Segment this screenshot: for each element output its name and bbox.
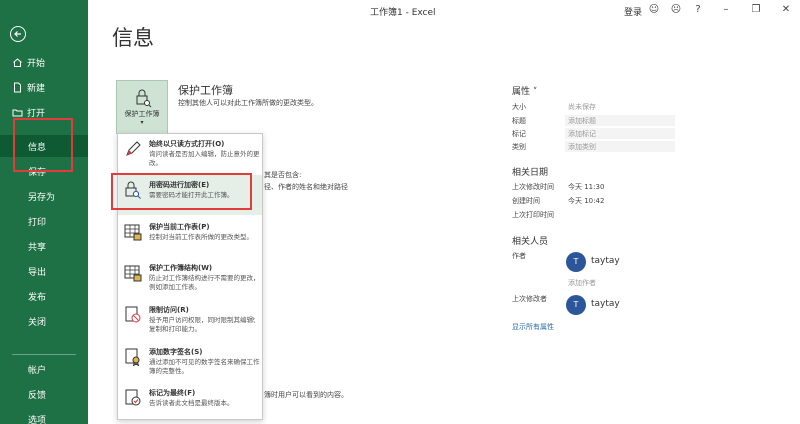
login-link[interactable]: 登录 xyxy=(624,5,642,18)
author-name[interactable]: taytay xyxy=(591,256,620,266)
new-doc-icon xyxy=(12,82,23,93)
restore-icon[interactable]: ❐ xyxy=(750,4,762,16)
property-tags-value[interactable]: 添加标记 xyxy=(568,129,596,139)
property-category-value[interactable]: 添加类别 xyxy=(568,142,596,152)
sidebar-item-print[interactable]: 打印 xyxy=(0,210,88,232)
restrict-icon xyxy=(124,306,142,324)
backstage-sidebar: 开始 新建 打开 信息 保存 另存为 打印 共享 导出 发布 关闭 帐户 反馈 … xyxy=(0,0,88,424)
window-title: 工作簿1 - Excel xyxy=(370,8,436,18)
sidebar-item-home[interactable]: 开始 xyxy=(0,51,88,73)
avatar[interactable]: T xyxy=(566,295,586,315)
date-label: 创建时间 xyxy=(512,197,540,205)
sidebar-item-label: 帐户 xyxy=(28,365,47,376)
property-label: 标记 xyxy=(512,130,526,138)
avatar[interactable]: T xyxy=(566,252,586,272)
sidebar-item-label: 选项 xyxy=(28,415,47,424)
date-created-value: 今天 10:42 xyxy=(568,197,605,205)
sidebar-item-label: 另存为 xyxy=(28,192,56,203)
page-title: 信息 xyxy=(112,26,154,50)
sidebar-item-feedback[interactable]: 反馈 xyxy=(0,383,88,405)
menu-item-restrict-access[interactable]: 限制访问(R) 授予用户访问权限，同时限制其编辑、复制和打印能力。 xyxy=(118,300,262,340)
menu-item-protect-sheet[interactable]: 保护当前工作表(P) 控制对当前工作表所做的更改类型。 xyxy=(118,217,262,257)
properties-heading[interactable]: 属性 ˅ xyxy=(512,84,537,97)
sidebar-item-label: 打印 xyxy=(28,217,47,228)
frown-icon[interactable]: ☹ xyxy=(670,4,682,16)
sidebar-item-label: 关闭 xyxy=(28,317,47,328)
property-title-value[interactable]: 添加标题 xyxy=(568,116,596,126)
property-label: 标题 xyxy=(512,117,526,125)
sidebar-item-account[interactable]: 帐户 xyxy=(0,358,88,380)
sidebar-item-label: 共享 xyxy=(28,242,47,253)
browser-view-text: 簿时用户可以看到的内容。 xyxy=(264,391,348,399)
sidebar-item-share[interactable]: 共享 xyxy=(0,235,88,257)
menu-item-desc: 控制对当前工作表所做的更改类型。 xyxy=(149,233,253,241)
property-size-value: 尚未保存 xyxy=(568,103,596,111)
highlight-box-info xyxy=(13,118,73,172)
menu-item-digital-signature[interactable]: 添加数字签名(S) 通过添加不可见的数字签名来确保工作簿的完整性。 xyxy=(118,342,262,382)
help-icon[interactable]: ? xyxy=(692,4,704,16)
property-label: 类别 xyxy=(512,143,526,151)
minimize-icon[interactable]: – xyxy=(720,4,732,16)
sidebar-item-save-as[interactable]: 另存为 xyxy=(0,185,88,207)
menu-item-title: 保护工作簿结构(W) xyxy=(149,264,213,272)
property-label: 大小 xyxy=(512,103,526,111)
workbook-lock-icon xyxy=(124,264,142,282)
menu-item-title: 添加数字签名(S) xyxy=(149,348,203,356)
sidebar-item-close[interactable]: 关闭 xyxy=(0,310,88,332)
add-author-link[interactable]: 添加作者 xyxy=(568,278,596,288)
chevron-down-icon: ▾ xyxy=(140,119,144,126)
sidebar-item-label: 打开 xyxy=(27,108,46,119)
inspect-text-1: 其是否包含: xyxy=(264,171,302,179)
sidebar-item-new[interactable]: 新建 xyxy=(0,76,88,98)
sidebar-item-publish[interactable]: 发布 xyxy=(0,285,88,307)
sidebar-item-export[interactable]: 导出 xyxy=(0,260,88,282)
back-arrow-icon[interactable] xyxy=(10,26,26,42)
menu-item-read-only[interactable]: 始终以只读方式打开(O) 询问读者是否加入编辑，防止意外的更改。 xyxy=(118,134,262,174)
sidebar-item-label: 导出 xyxy=(28,267,47,278)
final-icon xyxy=(124,389,142,407)
protect-button-label: 保护工作簿 xyxy=(124,110,160,118)
menu-item-desc: 告诉读者此文档是最终版本。 xyxy=(149,399,234,407)
menu-item-mark-final[interactable]: 标记为最终(F) 告诉读者此文档是最终版本。 xyxy=(118,383,262,423)
dates-heading: 相关日期 xyxy=(512,168,549,178)
menu-item-protect-structure[interactable]: 保护工作簿结构(W) 防止对工作簿结构进行不需要的更改，例如添加工作表。 xyxy=(118,258,262,298)
date-label: 上次修改时间 xyxy=(512,183,554,191)
menu-item-desc: 通过添加不可见的数字签名来确保工作簿的完整性。 xyxy=(149,358,260,375)
menu-item-title: 保护当前工作表(P) xyxy=(149,223,210,231)
menu-item-desc: 授予用户访问权限，同时限制其编辑、复制和打印能力。 xyxy=(149,316,260,333)
last-modified-by-name[interactable]: taytay xyxy=(591,299,620,309)
home-icon xyxy=(12,57,23,68)
show-all-properties-link[interactable]: 显示所有属性 xyxy=(512,322,554,332)
close-icon[interactable]: ✕ xyxy=(780,4,792,16)
smiley-icon[interactable]: ☺ xyxy=(648,4,660,16)
menu-item-title: 标记为最终(F) xyxy=(149,389,196,397)
sidebar-item-label: 开始 xyxy=(27,58,46,69)
folder-open-icon xyxy=(12,107,23,118)
pencil-icon xyxy=(124,140,142,158)
sidebar-divider xyxy=(12,354,76,355)
protect-title: 保护工作簿 xyxy=(178,84,233,97)
protect-workbook-button[interactable]: 保护工作簿 ▾ xyxy=(116,80,168,134)
highlight-box-encrypt xyxy=(111,173,252,210)
inspect-text-2: 径、作者的姓名和绝对路径 xyxy=(264,183,348,191)
people-heading: 相关人员 xyxy=(512,237,549,247)
menu-item-desc: 询问读者是否加入编辑，防止意外的更改。 xyxy=(149,150,260,167)
author-label: 作者 xyxy=(512,252,526,260)
submenu-arrow-icon: › xyxy=(252,314,256,323)
last-modified-by-label: 上次修改者 xyxy=(512,295,547,303)
signature-icon xyxy=(124,348,142,367)
sheet-lock-icon xyxy=(124,223,142,241)
sidebar-item-label: 发布 xyxy=(28,292,47,303)
menu-item-title: 始终以只读方式打开(O) xyxy=(149,140,225,148)
sidebar-item-label: 新建 xyxy=(27,83,46,94)
sidebar-item-label: 反馈 xyxy=(28,390,47,401)
menu-item-title: 限制访问(R) xyxy=(149,306,189,314)
menu-item-desc: 防止对工作簿结构进行不需要的更改，例如添加工作表。 xyxy=(149,274,260,291)
date-label: 上次打印时间 xyxy=(512,211,554,219)
protect-description: 控制其他人可以对此工作簿所做的更改类型。 xyxy=(178,99,318,107)
date-modified-value: 今天 11:30 xyxy=(568,183,605,191)
sidebar-item-options[interactable]: 选项 xyxy=(0,408,88,424)
title-bar: 工作簿1 - Excel 登录 ☺ ☹ ? – ❐ ✕ xyxy=(88,0,800,22)
